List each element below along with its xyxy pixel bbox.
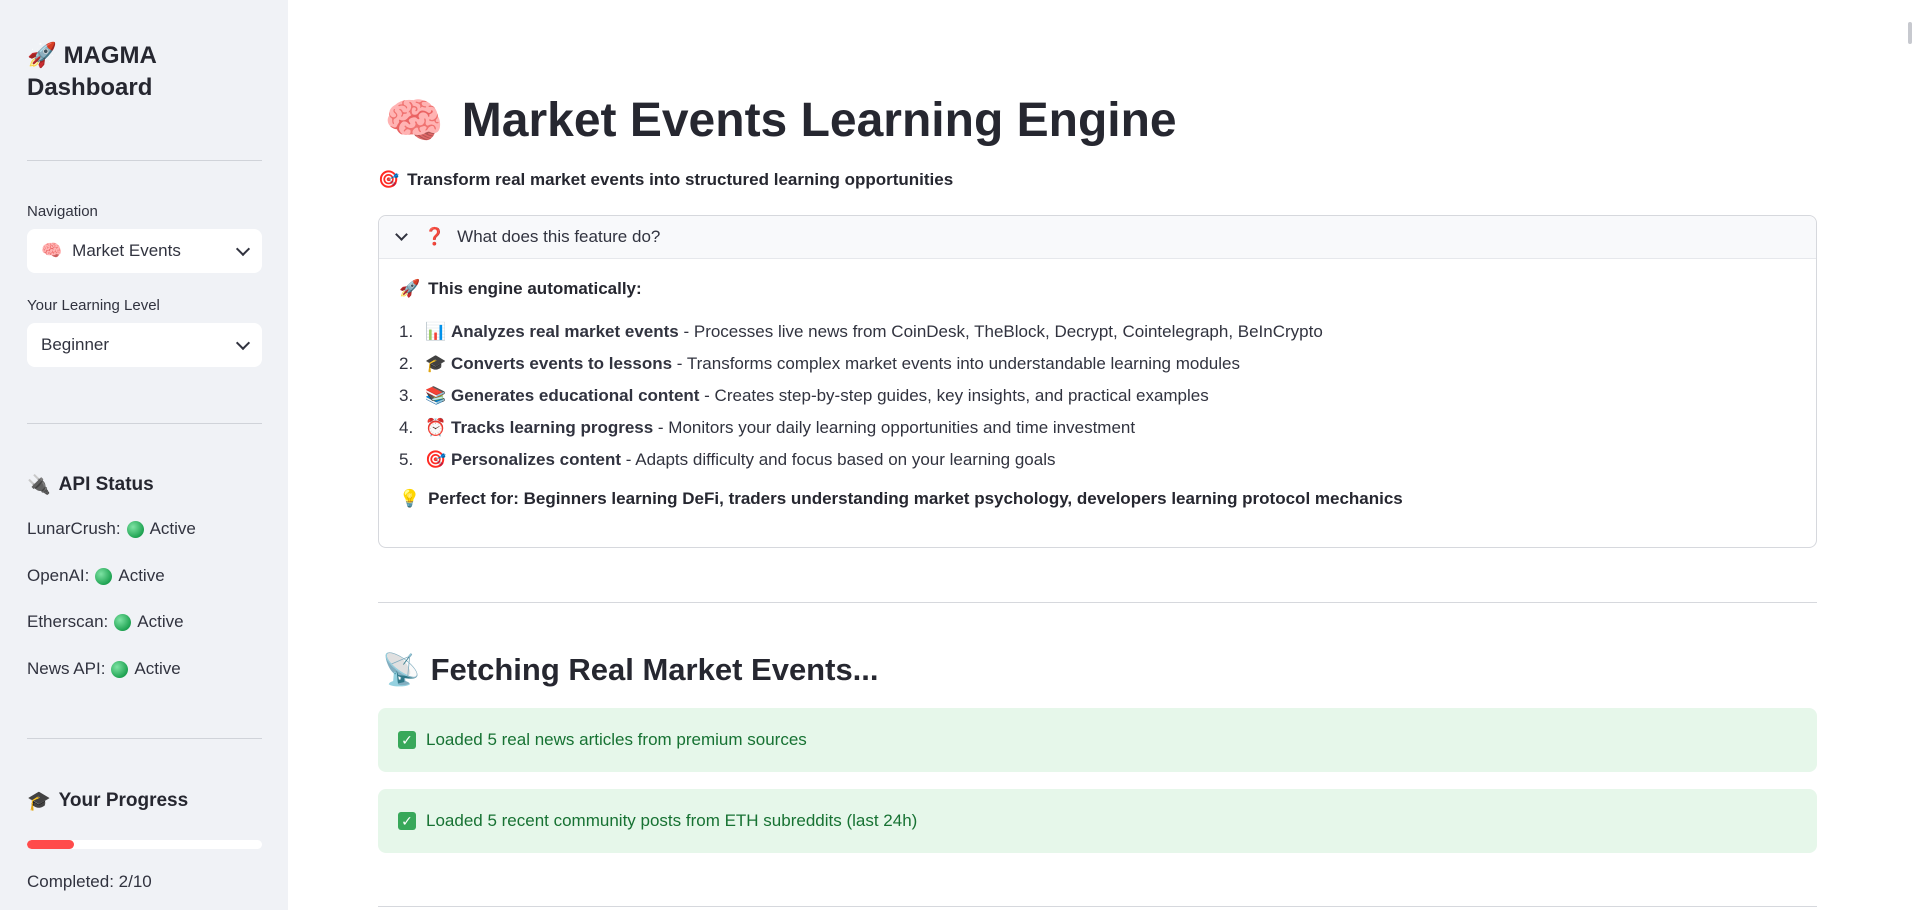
check-icon: ✓: [398, 812, 416, 830]
rocket-icon: 🚀: [399, 279, 421, 298]
feature-title: Personalizes content: [451, 450, 622, 469]
list-number: 1.: [399, 322, 414, 341]
list-item: 2. 🎓 Converts events to lessons - Transf…: [399, 348, 1796, 380]
status-dot-icon: [114, 613, 132, 631]
learning-level-select[interactable]: Beginner: [27, 323, 262, 367]
sidebar-brand: 🚀 MAGMA Dashboard: [27, 40, 267, 104]
feature-desc: - Monitors your daily learning opportuni…: [653, 418, 1136, 437]
learning-level-label: Your Learning Level: [27, 297, 160, 314]
feature-title: Analyzes real market events: [451, 322, 679, 341]
page-title-text: Market Events Learning Engine: [461, 94, 1177, 147]
list-item: 4. ⏰ Tracks learning progress - Monitors…: [399, 412, 1796, 444]
target-icon: 🎯: [378, 170, 400, 189]
bar-chart-icon: 📊: [425, 322, 447, 341]
list-number: 3.: [399, 386, 414, 405]
app: 🚀 MAGMA Dashboard Navigation 🧠 Market Ev…: [0, 0, 1912, 910]
perfect-for-note: 💡 Perfect for: Beginners learning DeFi, …: [399, 489, 1796, 509]
chevron-down-icon: [235, 241, 251, 256]
progress-fill: [27, 840, 74, 849]
list-number: 5.: [399, 450, 414, 469]
section-divider: [378, 906, 1817, 907]
feature-title: Converts events to lessons: [451, 354, 673, 373]
status-dot-icon: [126, 520, 144, 538]
status-dot-icon: [111, 660, 129, 678]
sidebar-divider: [27, 738, 262, 739]
api-name: Etherscan:: [27, 612, 109, 631]
books-icon: 📚: [425, 386, 447, 405]
graduation-cap-icon: 🎓: [425, 354, 447, 373]
expander-title: What does this feature do?: [457, 227, 661, 246]
api-status: Active: [118, 566, 165, 585]
feature-title: Generates educational content: [451, 386, 700, 405]
expander-header[interactable]: ❓ What does this feature do?: [379, 216, 1816, 259]
graduation-cap-icon: 🎓: [27, 791, 51, 812]
check-icon: ✓: [398, 731, 416, 749]
navigation-label: Navigation: [27, 203, 98, 220]
api-status: Active: [134, 659, 181, 678]
navigation-value: Market Events: [72, 241, 181, 260]
api-status-row: LunarCrush: Active: [27, 519, 196, 539]
feature-title: Tracks learning progress: [451, 418, 654, 437]
feature-desc: - Transforms complex market events into …: [672, 354, 1240, 373]
success-alert: ✓ Loaded 5 recent community posts from E…: [378, 789, 1817, 853]
navigation-select[interactable]: 🧠 Market Events: [27, 229, 262, 273]
section-divider: [378, 602, 1817, 603]
fetch-heading: 📡 Fetching Real Market Events...: [382, 651, 879, 688]
list-item: 1. 📊 Analyzes real market events - Proce…: [399, 316, 1796, 348]
satellite-antenna-icon: 📡: [382, 652, 421, 687]
scrollbar-handle[interactable]: [1908, 22, 1912, 44]
feature-desc: - Creates step-by-step guides, key insig…: [699, 386, 1209, 405]
success-alert: ✓ Loaded 5 real news articles from premi…: [378, 708, 1817, 772]
feature-expander: ❓ What does this feature do? 🚀 This engi…: [378, 215, 1817, 548]
api-status: Active: [149, 519, 196, 538]
brain-icon: 🧠: [384, 95, 444, 148]
alarm-clock-icon: ⏰: [425, 418, 447, 437]
rocket-icon: 🚀: [27, 42, 57, 69]
api-status-row: Etherscan: Active: [27, 612, 184, 632]
progress-heading: Your Progress: [58, 790, 189, 811]
api-name: News API:: [27, 659, 106, 678]
perfect-for-text: Perfect for: Beginners learning DeFi, tr…: [428, 489, 1403, 508]
feature-desc: - Processes live news from CoinDesk, The…: [678, 322, 1323, 341]
list-number: 4.: [399, 418, 414, 437]
expander-intro: 🚀 This engine automatically:: [399, 279, 1796, 299]
status-dot-icon: [95, 567, 113, 585]
api-status: Active: [137, 612, 184, 631]
alert-text: Loaded 5 recent community posts from ETH…: [426, 811, 918, 830]
progress-bar: [27, 840, 262, 849]
list-item: 5. 🎯 Personalizes content - Adapts diffi…: [399, 444, 1796, 476]
chevron-down-icon: [395, 228, 408, 241]
api-name: OpenAI:: [27, 566, 90, 585]
list-number: 2.: [399, 354, 414, 373]
feature-list: 1. 📊 Analyzes real market events - Proce…: [399, 316, 1796, 476]
target-icon: 🎯: [425, 450, 447, 469]
progress-completed-text: Completed: 2/10: [27, 872, 152, 891]
lightbulb-icon: 💡: [399, 489, 421, 508]
api-status-title: 🔌 API Status: [27, 473, 154, 497]
sidebar: 🚀 MAGMA Dashboard Navigation 🧠 Market Ev…: [0, 0, 288, 910]
page-subtitle: 🎯 Transform real market events into stru…: [378, 170, 953, 190]
fetch-heading-text: Fetching Real Market Events...: [430, 651, 879, 687]
page-title: 🧠 Market Events Learning Engine: [384, 92, 1177, 149]
feature-desc: - Adapts difficulty and focus based on y…: [621, 450, 1056, 469]
brain-icon: 🧠: [41, 241, 63, 260]
chevron-down-icon: [235, 335, 251, 350]
expander-body: 🚀 This engine automatically: 1. 📊 Analyz…: [379, 259, 1816, 509]
sidebar-divider: [27, 160, 262, 161]
learning-level-value: Beginner: [41, 335, 110, 354]
plug-icon: 🔌: [27, 475, 51, 496]
progress-title: 🎓 Your Progress: [27, 789, 188, 813]
list-item: 3. 📚 Generates educational content - Cre…: [399, 380, 1796, 412]
api-status-row: OpenAI: Active: [27, 566, 165, 586]
api-name: LunarCrush:: [27, 519, 121, 538]
api-status-heading: API Status: [58, 474, 154, 495]
api-status-row: News API: Active: [27, 659, 181, 679]
question-icon: ❓: [424, 227, 446, 246]
alert-text: Loaded 5 real news articles from premium…: [426, 730, 807, 749]
sidebar-divider: [27, 423, 262, 424]
expander-intro-text: This engine automatically:: [428, 279, 642, 298]
page-subtitle-text: Transform real market events into struct…: [407, 170, 954, 189]
